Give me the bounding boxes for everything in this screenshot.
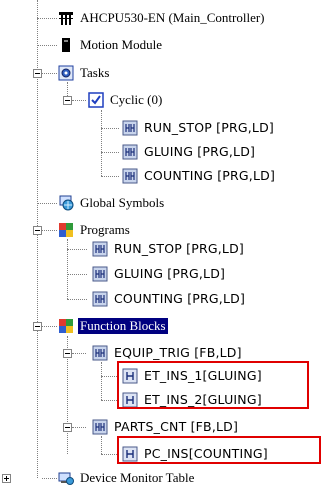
tree-item-task-gluing[interactable]: GLUING [PRG,LD] — [122, 142, 257, 162]
tree-line — [37, 18, 57, 19]
tree-line — [37, 203, 57, 204]
tree-item-label: COUNTING [PRG,LD] — [144, 168, 276, 183]
controller-icon — [58, 10, 74, 26]
equip-trig-collapse-toggle[interactable] — [63, 349, 72, 358]
tree-item-equip-trig[interactable]: EQUIP_TRIG [FB,LD] — [92, 343, 244, 363]
tree-line — [101, 128, 119, 129]
tree-line — [67, 299, 87, 300]
ld-program-icon — [92, 291, 108, 307]
tree-item-global-symbols[interactable]: Global Symbols — [58, 193, 166, 213]
tree-line — [42, 73, 57, 74]
tree-line — [67, 249, 87, 250]
function-blocks-icon — [58, 318, 74, 334]
highlight-box-parts-cnt-instance — [117, 436, 321, 464]
cyclic-collapse-toggle[interactable] — [63, 96, 72, 105]
tree-item-label: Tasks — [80, 65, 110, 80]
function-blocks-collapse-toggle[interactable] — [33, 322, 42, 331]
tasks-collapse-toggle[interactable] — [33, 69, 42, 78]
highlight-box-equip-trig-instances — [117, 361, 309, 409]
ld-program-icon — [122, 144, 138, 160]
tree-line — [101, 152, 119, 153]
tree-item-label: Global Symbols — [80, 195, 165, 210]
tree-item-device-monitor-table[interactable]: Device Monitor Table — [58, 468, 196, 488]
programs-collapse-toggle[interactable] — [33, 226, 42, 235]
tree-item-parts-cnt[interactable]: PARTS_CNT [FB,LD] — [92, 417, 240, 437]
tree-line — [101, 110, 102, 176]
tree-item-program-counting[interactable]: COUNTING [PRG,LD] — [92, 289, 247, 309]
tree-line — [42, 326, 57, 327]
ld-program-icon — [92, 266, 108, 282]
tree-item-controller[interactable]: AHCPU530-EN (Main_Controller) — [58, 8, 267, 28]
ld-function-block-icon — [92, 345, 108, 361]
tree-item-program-gluing[interactable]: GLUING [PRG,LD] — [92, 264, 227, 284]
tree-item-cyclic[interactable]: Cyclic (0) — [88, 90, 164, 110]
tree-line — [37, 45, 57, 46]
tree-line — [101, 436, 102, 454]
checkbox-checked-icon[interactable] — [88, 92, 104, 108]
tree-line — [101, 176, 119, 177]
tree-item-programs[interactable]: Programs — [58, 220, 132, 240]
parts-cnt-collapse-toggle[interactable] — [63, 423, 72, 432]
device-monitor-icon — [58, 470, 74, 486]
tree-item-label: Programs — [80, 222, 130, 237]
programs-icon — [58, 222, 74, 238]
tree-item-label: COUNTING [PRG,LD] — [114, 291, 246, 306]
tree-line — [72, 100, 86, 101]
tree-line — [67, 274, 87, 275]
tree-item-label: EQUIP_TRIG [FB,LD] — [114, 345, 242, 360]
global-symbols-icon — [58, 195, 74, 211]
tree-item-label: Device Monitor Table — [80, 470, 195, 485]
tree-item-program-run-stop[interactable]: RUN_STOP [PRG,LD] — [92, 239, 246, 259]
tree-item-function-blocks[interactable]: Function Blocks — [58, 316, 168, 336]
tree-item-label: Cyclic (0) — [110, 92, 163, 107]
tree-item-label: Function Blocks — [78, 318, 168, 334]
tree-item-label: RUN_STOP [PRG,LD] — [144, 120, 274, 135]
tree-item-label: AHCPU530-EN (Main_Controller) — [80, 10, 265, 25]
ld-program-icon — [92, 241, 108, 257]
ld-program-icon — [122, 168, 138, 184]
tree-item-label: RUN_STOP [PRG,LD] — [114, 241, 244, 256]
tree-item-label: GLUING [PRG,LD] — [144, 144, 256, 159]
tree-line — [72, 353, 86, 354]
tree-line — [42, 478, 57, 479]
tree-line — [67, 239, 68, 299]
project-tree: AHCPU530-EN (Main_Controller) Motion Mod… — [0, 0, 330, 486]
tree-item-task-run-stop[interactable]: RUN_STOP [PRG,LD] — [122, 118, 276, 138]
tree-line — [101, 362, 102, 400]
tree-item-label: PARTS_CNT [FB,LD] — [114, 419, 239, 434]
tree-item-task-counting[interactable]: COUNTING [PRG,LD] — [122, 166, 277, 186]
ld-function-block-icon — [92, 419, 108, 435]
ld-program-icon — [122, 120, 138, 136]
motion-module-icon — [58, 37, 74, 53]
tree-item-tasks[interactable]: Tasks — [58, 63, 111, 83]
tree-item-motion-module[interactable]: Motion Module — [58, 35, 164, 55]
tree-line — [72, 427, 86, 428]
tasks-icon — [58, 65, 74, 81]
tree-item-label: GLUING [PRG,LD] — [114, 266, 226, 281]
tree-line — [42, 230, 57, 231]
device-monitor-expand-toggle[interactable] — [2, 474, 11, 483]
tree-item-label: Motion Module — [80, 37, 162, 52]
